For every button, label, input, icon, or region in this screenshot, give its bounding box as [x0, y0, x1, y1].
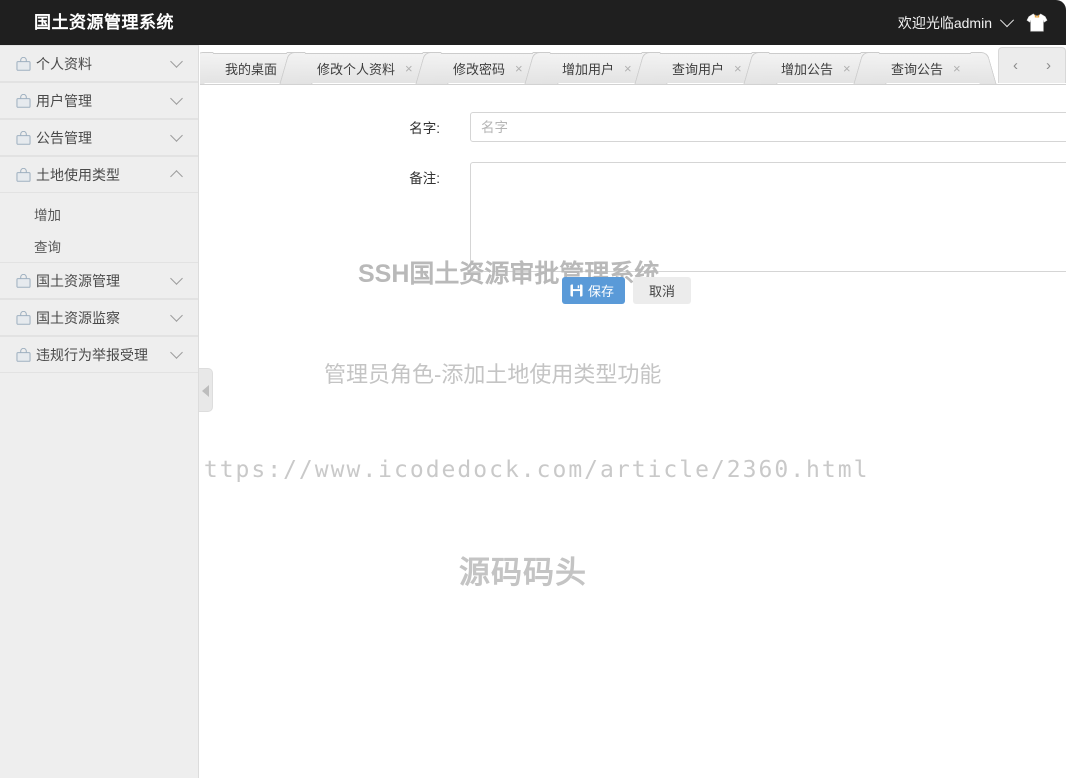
tab-bar: 我的桌面 修改个人资料 × 修改密码 × 增加用户 × 查询用户 × 增加公告 × 查询公告 × ‹ ›	[200, 45, 1066, 85]
chevron-down-icon[interactable]	[170, 308, 183, 322]
chevron-down-icon[interactable]	[999, 12, 1015, 27]
app-title: 国土资源管理系统	[34, 13, 174, 32]
lock-icon	[16, 310, 36, 325]
sidebar-group-3: 土地使用类型增加 查询	[0, 156, 198, 262]
watermark-role: 管理员角色-添加土地使用类型功能	[324, 362, 662, 387]
sidebar-group-4: 国土资源管理	[0, 262, 198, 299]
app-header: 国土资源管理系统 欢迎光临admin	[0, 0, 1066, 45]
cancel-button[interactable]: 取消	[633, 277, 692, 304]
chevron-down-icon[interactable]	[170, 91, 183, 105]
triangle-left-icon	[202, 385, 209, 397]
sidebar-subitem-3-0[interactable]: 增加	[0, 198, 198, 230]
lock-icon	[16, 273, 36, 288]
sidebar-subitem-3-1[interactable]: 查询	[0, 230, 198, 262]
sidebar-item-label: 公告管理	[36, 129, 92, 146]
sidebar-group-5: 国土资源监察	[0, 299, 198, 336]
tab-label: 修改密码	[452, 62, 505, 77]
name-label: 名字:	[409, 121, 440, 136]
chevron-down-icon[interactable]	[170, 271, 183, 285]
sidebar-item-2[interactable]: 公告管理	[0, 119, 198, 156]
sidebar-item-label: 土地使用类型	[36, 166, 120, 183]
tab-1[interactable]: 修改个人资料 ×	[292, 53, 436, 83]
chevron-down-icon[interactable]	[170, 54, 183, 68]
sidebar-item-label: 违规行为举报受理	[36, 346, 148, 363]
name-input[interactable]	[470, 112, 1066, 142]
tab-close-icon[interactable]: ×	[515, 61, 523, 76]
remark-label: 备注:	[409, 171, 440, 186]
tab-6[interactable]: 查询公告 ×	[866, 53, 984, 83]
tab-close-icon[interactable]: ×	[405, 61, 413, 76]
save-button-label: 保存	[588, 284, 615, 299]
sidebar-group-1: 用户管理	[0, 82, 198, 119]
tab-label: 查询公告	[891, 62, 944, 77]
lock-icon	[16, 167, 36, 182]
tab-strip: 我的桌面 修改个人资料 × 修改密码 × 增加用户 × 查询用户 × 增加公告 × 查询公告 ×	[200, 45, 984, 84]
lock-icon	[16, 130, 36, 145]
chevron-down-icon[interactable]	[170, 345, 183, 359]
form-row-name: 名字:	[360, 112, 1066, 142]
tshirt-icon[interactable]	[1026, 13, 1048, 33]
tab-label: 增加公告	[781, 62, 834, 77]
sidebar-submenu-3: 增加 查询	[0, 198, 198, 262]
tab-close-icon[interactable]: ×	[843, 61, 851, 76]
sidebar-menu: 个人资料用户管理公告管理土地使用类型增加 查询国土资源管理 国土资源监察违规行为举报…	[0, 45, 198, 373]
tab-close-icon[interactable]: ×	[953, 61, 961, 76]
form-actions: 保存 取消	[562, 277, 692, 304]
sidebar-collapse-toggle[interactable]	[199, 368, 213, 412]
chevron-up-icon[interactable]	[170, 169, 183, 183]
tab-nav-controls[interactable]: ‹ ›	[998, 47, 1066, 83]
remark-textarea[interactable]	[470, 162, 1066, 272]
sidebar: 个人资料用户管理公告管理土地使用类型增加 查询国土资源管理 国土资源监察违规行为举报…	[0, 45, 199, 778]
sidebar-item-1[interactable]: 用户管理	[0, 82, 198, 119]
sidebar-group-0: 个人资料	[0, 45, 198, 82]
content-area: 名字: 备注: 保存 取消 SSH国土资源审批管理系统 管理员角色-添加土地使用…	[200, 86, 1066, 778]
welcome-text: 欢迎光临admin	[897, 14, 992, 31]
watermark-brand: 源码码头	[459, 555, 587, 590]
sidebar-item-5[interactable]: 国土资源监察	[0, 299, 198, 336]
tab-label: 查询用户	[671, 62, 724, 77]
sidebar-item-4[interactable]: 国土资源管理	[0, 262, 198, 299]
sidebar-item-label: 用户管理	[36, 92, 92, 109]
tab-close-icon[interactable]: ×	[734, 61, 742, 76]
header-user-area[interactable]: 欢迎光临admin	[898, 0, 1048, 45]
lock-icon	[16, 56, 36, 71]
tab-next-button[interactable]: ›	[1040, 58, 1057, 73]
lock-icon	[16, 347, 36, 362]
sidebar-item-label: 国土资源监察	[36, 309, 120, 326]
tab-prev-button[interactable]: ‹	[1007, 58, 1024, 73]
sidebar-group-6: 违规行为举报受理	[0, 336, 198, 373]
sidebar-group-2: 公告管理	[0, 119, 198, 156]
tab-label: 修改个人资料	[317, 62, 396, 77]
tab-close-icon[interactable]: ×	[624, 61, 632, 76]
save-button[interactable]: 保存	[562, 277, 626, 304]
watermark-url: https://www.icodedock.com/article/2360.h…	[200, 457, 870, 483]
save-floppy-icon	[570, 284, 583, 297]
sidebar-item-0[interactable]: 个人资料	[0, 45, 198, 82]
sidebar-item-6[interactable]: 违规行为举报受理	[0, 336, 198, 373]
form-row-remark: 备注:	[360, 162, 1066, 272]
chevron-down-icon[interactable]	[170, 128, 183, 142]
sidebar-item-label: 个人资料	[36, 55, 92, 72]
tab-label: 我的桌面	[225, 62, 278, 77]
lock-icon	[16, 93, 36, 108]
tab-label: 增加用户	[562, 62, 615, 77]
sidebar-item-3[interactable]: 土地使用类型	[0, 156, 198, 193]
sidebar-item-label: 国土资源管理	[36, 272, 120, 289]
